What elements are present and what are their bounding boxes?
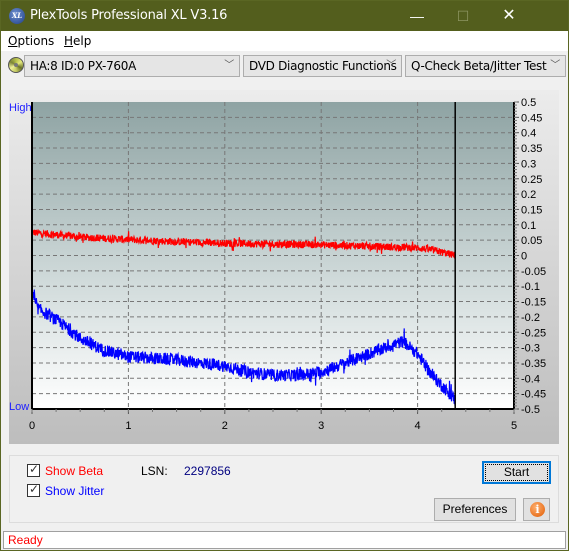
y-tick-label: -0.5	[521, 404, 540, 416]
beta-jitter-chart: 0.5 0.45 0.4 0.35 0.3 0.25 0.2 0.15 0.1 0.05 0 -0.0…	[29, 97, 546, 432]
y-label-high: High	[9, 102, 32, 114]
y-tick-label: -0.3	[521, 343, 540, 355]
y-tick-label: 0.2	[521, 189, 536, 201]
show-jitter-label[interactable]: Show Jitter	[45, 484, 104, 498]
info-icon: i	[530, 502, 545, 517]
y-label-low: Low	[9, 401, 30, 413]
y-tick-label: 0.45	[521, 112, 542, 124]
show-beta-checkbox[interactable]	[27, 462, 40, 477]
x-tick-label: 1	[125, 420, 131, 432]
start-button[interactable]: Start	[482, 461, 551, 484]
lsn-label: LSN:	[141, 464, 168, 478]
preferences-button[interactable]: Preferences	[434, 498, 516, 521]
status-text: Ready	[8, 533, 43, 547]
y-tick-label: 0.25	[521, 174, 542, 186]
y-tick-label: 0.5	[521, 97, 536, 109]
y-tick-label: 0.15	[521, 204, 542, 216]
x-tick-label: 5	[511, 420, 517, 432]
y-tick-label: -0.15	[521, 297, 546, 309]
lsn-value: 2297856	[184, 464, 231, 478]
x-tick-label: 4	[415, 420, 421, 432]
show-jitter-checkbox[interactable]	[27, 482, 40, 497]
show-beta-label[interactable]: Show Beta	[45, 464, 103, 478]
x-tick-label: 2	[222, 420, 228, 432]
y-tick-label: 0.1	[521, 220, 536, 232]
y-tick-label: -0.2	[521, 312, 540, 324]
y-tick-label: 0.3	[521, 158, 536, 170]
y-tick-label: -0.05	[521, 266, 546, 278]
y-tick-label: -0.35	[521, 358, 546, 370]
x-tick-label: 3	[318, 420, 324, 432]
y-tick-label: -0.25	[521, 327, 546, 339]
x-tick-label: 0	[29, 420, 35, 432]
y-tick-label: 0	[521, 251, 527, 263]
y-tick-label: 0.35	[521, 143, 542, 155]
y-tick-label: 0.4	[521, 128, 536, 140]
app-window: XL PlexTools Professional XL V3.16 — ☐ ✕…	[0, 0, 569, 551]
info-button[interactable]: i	[523, 498, 550, 521]
y-tick-label: 0.05	[521, 235, 542, 247]
status-bar: Ready	[3, 531, 566, 549]
y-tick-label: -0.1	[521, 281, 540, 293]
y-tick-label: -0.4	[521, 373, 540, 385]
y-tick-label: -0.45	[521, 389, 546, 401]
